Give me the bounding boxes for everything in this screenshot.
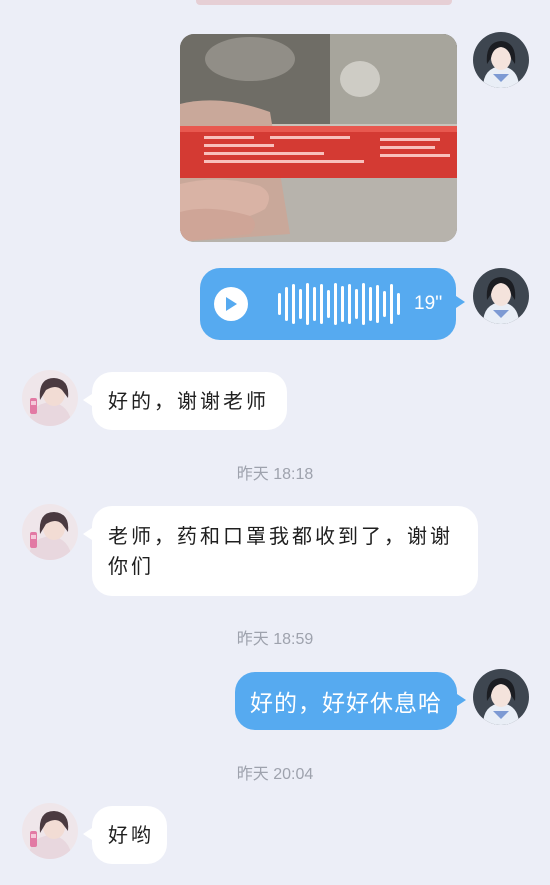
bubble-tail — [83, 826, 95, 842]
message-text: 好哟 — [108, 823, 154, 847]
message-text-line: 你们 — [108, 554, 154, 578]
previous-message-edge — [196, 0, 452, 5]
contact-avatar[interactable] — [22, 504, 78, 560]
voice-message-bubble[interactable]: 19'' — [200, 268, 465, 340]
message-bubble[interactable]: 好的，谢谢老师 — [83, 372, 287, 430]
my-avatar[interactable] — [473, 32, 529, 88]
my-avatar[interactable] — [473, 268, 529, 324]
waveform-icon — [278, 283, 400, 325]
timestamp: 昨天 18:59 — [236, 631, 314, 648]
message-text: 老师，药和口罩我都收到了，谢谢 你们 — [108, 521, 453, 581]
timestamp: 昨天 20:04 — [236, 766, 314, 783]
bubble-tail — [454, 692, 466, 708]
message-bubble[interactable]: 好的，好好休息哈 — [235, 672, 466, 730]
message-bubble[interactable]: 好哟 — [83, 806, 167, 864]
message-text-line: 老师，药和口罩我都收到了，谢谢 — [108, 524, 453, 548]
message-text: 好的，好好休息哈 — [250, 690, 442, 716]
bubble-tail — [83, 392, 95, 408]
timestamp: 昨天 18:18 — [236, 466, 314, 483]
voice-duration: 19'' — [414, 293, 443, 314]
contact-avatar[interactable] — [22, 370, 78, 426]
image-message[interactable] — [180, 34, 457, 242]
bubble-tail — [453, 294, 465, 310]
my-avatar[interactable] — [473, 669, 529, 725]
play-icon[interactable] — [214, 287, 248, 321]
contact-avatar[interactable] — [22, 803, 78, 859]
bubble-tail — [83, 526, 95, 542]
message-bubble[interactable]: 老师，药和口罩我都收到了，谢谢 你们 — [83, 506, 478, 596]
message-text: 好的，谢谢老师 — [108, 389, 269, 413]
